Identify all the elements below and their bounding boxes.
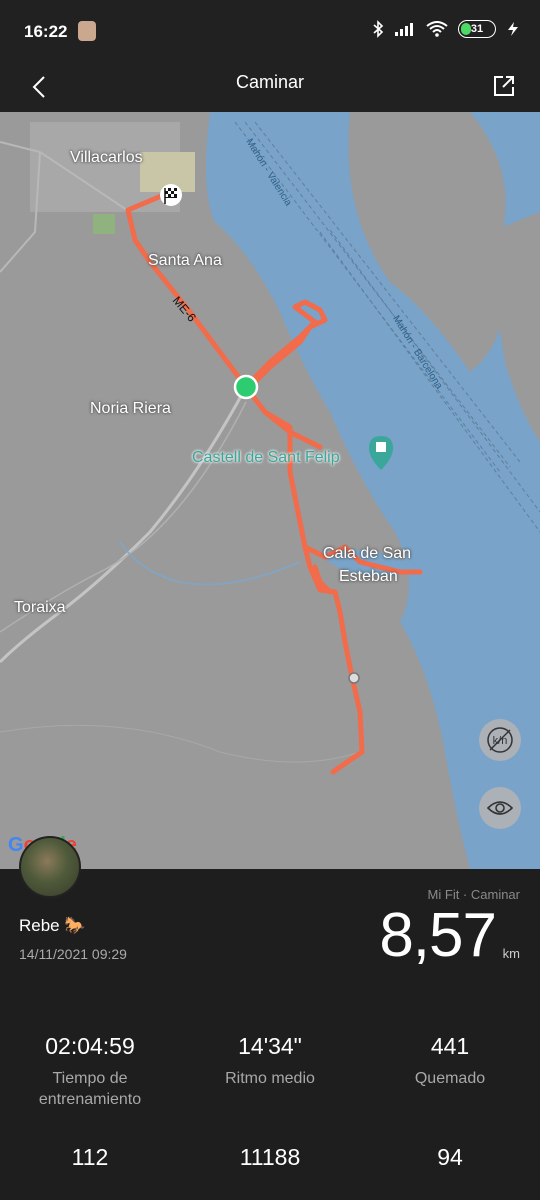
battery-level: 31	[470, 23, 484, 35]
battery-icon: 31	[458, 20, 496, 38]
charging-icon	[506, 21, 520, 37]
stat-6: 94	[360, 1144, 540, 1171]
status-bar: 16:22 31	[0, 0, 540, 62]
stat-label: Tiempo de entrenamiento	[38, 1070, 142, 1108]
label-cala-line2: Esteban	[339, 568, 398, 585]
label-noria-riera: Noria Riera	[90, 400, 171, 417]
app-bar: Caminar	[0, 62, 540, 112]
stat-pace: 14'34" Ritmo medio	[180, 1033, 360, 1089]
stat-value: 02:04:59	[45, 1033, 135, 1059]
label-toraixa: Toraixa	[14, 599, 66, 616]
status-icons: 31	[372, 20, 520, 38]
label-villacarlos: Villacarlos	[70, 149, 143, 166]
user-name: Rebe 🐎	[19, 916, 86, 935]
stat-5: 11188	[180, 1144, 360, 1171]
route-map[interactable]: Villacarlos Santa Ana ME-6 Noria Riera C…	[0, 112, 540, 869]
stat-label: Ritmo medio	[225, 1070, 315, 1087]
activity-datetime: 14/11/2021 09:29	[19, 946, 127, 962]
stat-4: 112	[0, 1144, 180, 1171]
label-santa-ana: Santa Ana	[148, 252, 222, 269]
waypoint-marker	[348, 672, 360, 684]
map-base	[0, 112, 540, 869]
avatar[interactable]	[19, 836, 81, 898]
distance-value: 8,57	[379, 901, 497, 970]
stat-duration: 02:04:59 Tiempo de entrenamiento	[0, 1033, 180, 1110]
label-castell[interactable]: Castell de Sant Felip	[192, 449, 340, 467]
stat-value: 112	[71, 1144, 109, 1170]
stat-value: 11188	[239, 1144, 301, 1170]
bluetooth-icon	[372, 20, 384, 38]
stat-value: 94	[437, 1144, 463, 1170]
finish-flag-icon	[160, 184, 182, 206]
share-icon	[494, 76, 514, 96]
signal-icon	[394, 21, 416, 37]
distance-unit: km	[502, 946, 520, 961]
toggle-visibility-button[interactable]	[479, 787, 521, 829]
stat-value: 441	[430, 1033, 470, 1059]
status-time: 16:22	[24, 22, 68, 41]
stat-value: 14'34"	[238, 1033, 302, 1059]
notification-avatar-icon	[78, 21, 96, 41]
label-cala-line1: Cala de San	[323, 545, 412, 562]
start-marker	[233, 374, 259, 400]
eye-icon	[486, 801, 514, 815]
page-title: Caminar	[235, 72, 305, 92]
toggle-km-markers-button[interactable]: k/n	[479, 719, 521, 761]
stat-calories: 441 Quemado	[360, 1033, 540, 1089]
km-off-icon: k/n	[487, 727, 513, 753]
share-button[interactable]	[486, 68, 522, 104]
park-area	[93, 214, 115, 234]
stat-label: Quemado	[414, 1070, 486, 1087]
wifi-icon	[426, 21, 448, 37]
